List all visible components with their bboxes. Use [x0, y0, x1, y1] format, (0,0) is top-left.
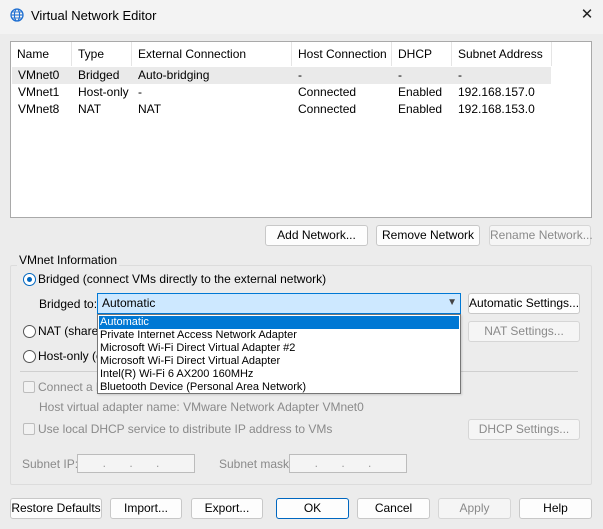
dropdown-option[interactable]: Automatic — [99, 316, 459, 329]
cell-name: VMnet0 — [18, 68, 60, 82]
subnet-ip-label: Subnet IP: — [22, 457, 79, 471]
add-network-button[interactable]: Add Network... — [265, 225, 368, 246]
cell-dhcp: - — [398, 68, 402, 82]
dhcp-checkbox[interactable] — [23, 423, 35, 435]
dropdown-option[interactable]: Intel(R) Wi-Fi 6 AX200 160MHz — [99, 368, 459, 381]
dropdown-option[interactable]: Private Internet Access Network Adapter — [99, 329, 459, 342]
table-row[interactable]: VMnet8 NAT NAT Connected Enabled 192.168… — [12, 101, 551, 118]
dhcp-settings-button[interactable]: DHCP Settings... — [468, 419, 580, 440]
import-button[interactable]: Import... — [110, 498, 182, 519]
cell-type: NAT — [78, 102, 102, 116]
cell-external: Auto-bridging — [138, 68, 210, 82]
globe-icon — [10, 8, 24, 22]
subnet-ip-field[interactable]: . . . — [77, 454, 195, 473]
help-button[interactable]: Help — [519, 498, 592, 519]
cell-host: Connected — [298, 102, 357, 116]
nat-settings-button[interactable]: NAT Settings... — [468, 321, 580, 342]
vmnet-info-title: VMnet Information — [17, 253, 120, 267]
column-header-external-connection[interactable]: External Connection — [132, 42, 292, 66]
column-header-name[interactable]: Name — [11, 42, 72, 66]
cell-host: - — [298, 68, 302, 82]
chevron-down-icon: ▼ — [447, 297, 457, 308]
rename-network-button[interactable]: Rename Network... — [489, 225, 593, 246]
apply-button[interactable]: Apply — [438, 498, 511, 519]
cell-subnet: 192.168.153.0 — [458, 102, 535, 116]
cell-external: - — [138, 85, 142, 99]
cell-dhcp: Enabled — [398, 102, 443, 116]
ok-button[interactable]: OK — [276, 498, 349, 519]
table-row[interactable]: VMnet0 Bridged Auto-bridging - - - — [12, 67, 551, 84]
cell-type: Bridged — [78, 68, 120, 82]
dropdown-option[interactable]: Bluetooth Device (Personal Area Network) — [99, 381, 459, 394]
automatic-settings-button[interactable]: Automatic Settings... — [468, 293, 580, 314]
bridged-radio[interactable] — [23, 273, 36, 286]
column-header-dhcp[interactable]: DHCP — [392, 42, 452, 66]
subnet-mask-field[interactable]: . . . — [289, 454, 407, 473]
nat-radio[interactable] — [23, 325, 36, 338]
host-adapter-name: Host virtual adapter name: VMware Networ… — [39, 400, 364, 414]
cell-dhcp: Enabled — [398, 85, 443, 99]
cell-subnet: 192.168.157.0 — [458, 85, 535, 99]
title-bar: Virtual Network Editor ✕ — [0, 0, 603, 34]
cell-name: VMnet1 — [18, 85, 60, 99]
dropdown-option[interactable]: Microsoft Wi-Fi Direct Virtual Adapter #… — [99, 342, 459, 355]
dropdown-option[interactable]: Microsoft Wi-Fi Direct Virtual Adapter — [99, 355, 459, 368]
bridged-to-value: Automatic — [102, 296, 156, 310]
cell-type: Host-only — [78, 85, 129, 99]
cancel-button[interactable]: Cancel — [357, 498, 430, 519]
table-row[interactable]: VMnet1 Host-only - Connected Enabled 192… — [12, 84, 551, 101]
nat-label[interactable]: NAT (shared — [38, 324, 105, 338]
bridged-to-label: Bridged to: — [39, 297, 98, 311]
connect-host-label[interactable]: Connect a h — [38, 380, 103, 394]
connect-host-checkbox[interactable] — [23, 381, 35, 393]
cell-subnet: - — [458, 68, 462, 82]
bridged-to-dropdown[interactable]: Automatic Private Internet Access Networ… — [97, 314, 461, 394]
bridged-to-select[interactable]: Automatic ▼ — [97, 293, 461, 314]
column-header-type[interactable]: Type — [72, 42, 132, 66]
column-header-subnet-address[interactable]: Subnet Address — [452, 42, 552, 66]
cell-host: Connected — [298, 85, 357, 99]
subnet-mask-label: Subnet mask: — [219, 457, 293, 471]
network-list[interactable]: Name Type External Connection Host Conne… — [10, 41, 592, 218]
export-button[interactable]: Export... — [191, 498, 263, 519]
host-only-radio[interactable] — [23, 350, 36, 363]
cell-external: NAT — [138, 102, 162, 116]
host-only-label[interactable]: Host-only (c — [38, 349, 102, 363]
bridged-label[interactable]: Bridged (connect VMs directly to the ext… — [38, 272, 326, 286]
cell-name: VMnet8 — [18, 102, 60, 116]
restore-defaults-button[interactable]: Restore Defaults — [10, 498, 102, 519]
dhcp-label[interactable]: Use local DHCP service to distribute IP … — [38, 422, 332, 436]
remove-network-button[interactable]: Remove Network — [376, 225, 480, 246]
window-title: Virtual Network Editor — [31, 8, 157, 23]
column-header-host-connection[interactable]: Host Connection — [292, 42, 392, 66]
close-icon[interactable]: ✕ — [578, 6, 596, 24]
